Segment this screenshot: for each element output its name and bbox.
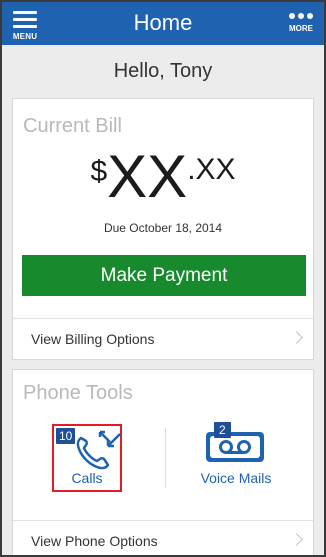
view-billing-options-link[interactable]: View Billing Options: [13, 318, 313, 358]
tools-divider: [165, 428, 166, 488]
voicemail-badge: 2: [214, 422, 231, 438]
calls-badge: 10: [56, 428, 76, 444]
due-date: Due October 18, 2014: [103, 221, 223, 235]
current-bill-card: Current Bill $XX.XX Due October 18, 2014…: [12, 98, 314, 360]
greeting-text: Hello, Tony: [113, 60, 213, 82]
more-label: MORE: [289, 24, 313, 33]
bill-amount: $XX.XX: [13, 147, 313, 207]
view-phone-options-link[interactable]: View Phone Options: [13, 520, 313, 555]
make-payment-button[interactable]: Make Payment: [22, 255, 306, 296]
voicemail-label: Voice Mails: [200, 470, 272, 486]
amount-minor: .XX: [187, 153, 236, 186]
more-button[interactable]: MORE: [286, 10, 316, 40]
amount-major: XX: [107, 143, 188, 210]
current-bill-title: Current Bill: [23, 115, 122, 137]
voice-mails-button[interactable]: 2 Voice Mails: [186, 420, 286, 490]
phone-tools-card: Phone Tools 10 Calls 2 Voice Mails View …: [12, 369, 314, 555]
currency-symbol: $: [90, 155, 108, 188]
calls-label: Calls: [71, 470, 103, 486]
app-header: MENU Home MORE: [2, 2, 324, 45]
billing-options-label: View Billing Options: [31, 330, 155, 347]
phone-tools-title: Phone Tools: [23, 382, 133, 404]
phone-options-label: View Phone Options: [31, 532, 158, 549]
calls-button[interactable]: 10 Calls: [52, 424, 122, 492]
voicemail-icon: [206, 432, 264, 462]
chevron-right-icon: [290, 533, 303, 546]
app-frame: MENU Home MORE Hello, Tony Current Bill …: [0, 0, 326, 557]
more-dots-icon: [289, 13, 313, 19]
page-title: Home: [133, 10, 193, 35]
chevron-right-icon: [290, 331, 303, 344]
